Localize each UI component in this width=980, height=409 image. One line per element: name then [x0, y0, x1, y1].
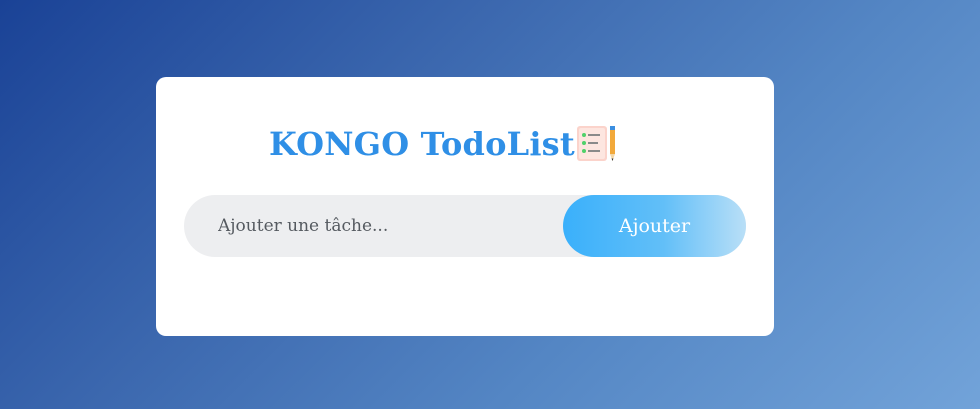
add-task-form: Ajouter: [184, 195, 746, 257]
add-button[interactable]: Ajouter: [563, 195, 746, 257]
todo-list-emoji-icon: [575, 124, 619, 164]
header: KONGO TodoList: [269, 123, 619, 165]
app-title: KONGO TodoList: [269, 125, 575, 163]
task-input[interactable]: [184, 195, 564, 257]
todo-card: KONGO TodoList Ajouter une tâche... Ajou…: [156, 77, 774, 336]
